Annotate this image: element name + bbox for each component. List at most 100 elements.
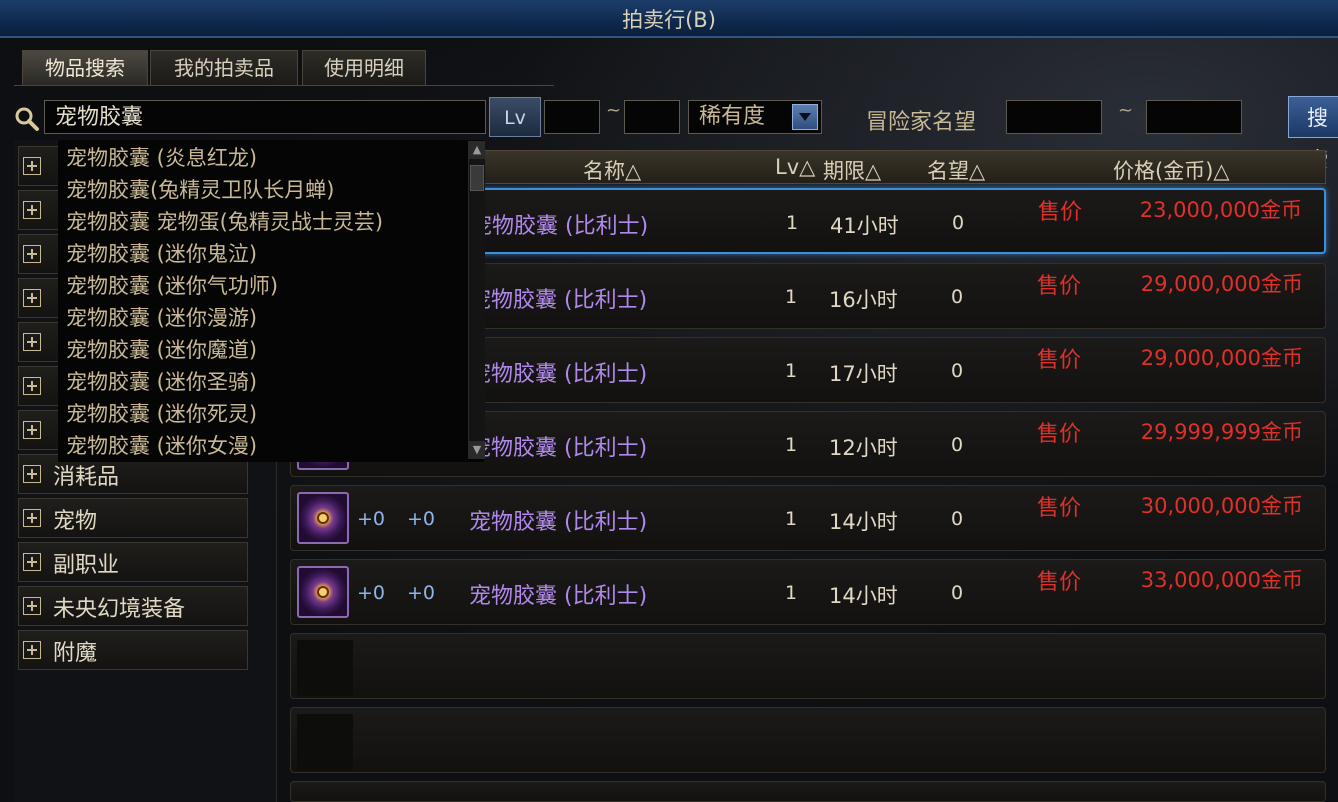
table-row[interactable]: +0 +0 宠物胶囊 (比利士) 1 14小时 0 售价 33,000,000金… (290, 559, 1326, 625)
window-title: 拍卖行(B) (622, 8, 716, 32)
suggestion-item[interactable]: 宠物胶囊 (迷你魔道) (66, 334, 257, 366)
header-expire[interactable]: 期限△ (823, 155, 881, 185)
scrollbar-thumb[interactable] (470, 165, 484, 191)
tab-item-search[interactable]: 物品搜索 (22, 50, 148, 85)
amplify-value: +0 (407, 582, 436, 604)
expand-icon[interactable] (23, 201, 41, 219)
item-expire: 16小时 (829, 288, 898, 312)
expand-icon[interactable] (23, 289, 41, 307)
expand-icon[interactable] (23, 245, 41, 263)
reinforce-value: +0 (357, 508, 386, 530)
tab-my-auctions[interactable]: 我的拍卖品 (150, 50, 298, 85)
scroll-down-icon[interactable]: ▼ (469, 441, 485, 459)
price-label: 售价 (1037, 348, 1082, 373)
category-label: 未央幻境装备 (53, 597, 186, 622)
category-weiyang-equipment[interactable]: 未央幻境装备 (18, 586, 248, 626)
suggestion-item[interactable]: 宠物胶囊(兔精灵卫队长月蝉) (66, 174, 334, 206)
category-pets[interactable]: 宠物 (18, 498, 248, 538)
item-level: 1 (785, 286, 798, 308)
item-fame: 0 (951, 360, 964, 382)
expand-icon[interactable] (23, 597, 41, 615)
chevron-down-icon[interactable] (792, 104, 818, 130)
price-value: 33,000,000金币 (1140, 568, 1303, 592)
tab-divider (14, 85, 554, 86)
expand-icon[interactable] (23, 421, 41, 439)
tab-usage-details[interactable]: 使用明细 (302, 50, 426, 85)
pet-capsule-icon (297, 566, 349, 618)
suggestion-item[interactable]: 宠物胶囊 (迷你圣骑) (66, 366, 257, 398)
level-filter-button[interactable]: Lv (489, 97, 541, 137)
price-label: 售价 (1037, 570, 1082, 595)
fame-range-tilde: ~ (1118, 100, 1134, 121)
item-expire: 12小时 (829, 436, 898, 460)
expand-icon[interactable] (23, 377, 41, 395)
header-name[interactable]: 名称△ (583, 155, 641, 185)
pet-capsule-icon (297, 492, 349, 544)
fame-max-input[interactable] (1146, 100, 1242, 134)
dropdown-scrollbar[interactable]: ▲ ▼ (468, 141, 485, 459)
suggestion-item[interactable]: 宠物胶囊 宠物蛋(兔精灵战士灵芸) (66, 206, 383, 238)
header-price[interactable]: 价格(金币)△ (1113, 155, 1230, 185)
level-max-input[interactable] (624, 100, 680, 134)
fame-min-input[interactable] (1006, 100, 1102, 134)
category-label: 宠物 (53, 509, 98, 534)
category-label: 消耗品 (53, 465, 120, 490)
price-label: 售价 (1037, 422, 1082, 447)
suggestion-item[interactable]: 宠物胶囊 (炎息红龙) (66, 142, 257, 174)
title-bar: 拍卖行(B) (0, 0, 1338, 38)
search-input[interactable]: 宠物胶囊 (44, 100, 486, 134)
category-enchant[interactable]: 附魔 (18, 630, 248, 670)
suggestion-item[interactable]: 宠物胶囊 (迷你女漫) (66, 430, 257, 462)
item-expire: 17小时 (829, 362, 898, 386)
price-value: 29,000,000金币 (1140, 346, 1303, 370)
price-label: 售价 (1037, 274, 1082, 299)
header-fame[interactable]: 名望△ (927, 155, 985, 185)
suggestion-item[interactable]: 宠物胶囊 (迷你漫游) (66, 302, 257, 334)
category-label: 副职业 (53, 553, 120, 578)
item-name: 宠物胶囊 (比利士) (469, 288, 648, 313)
item-level: 1 (785, 508, 798, 530)
item-fame: 0 (951, 582, 964, 604)
item-expire: 14小时 (829, 510, 898, 534)
item-name: 宠物胶囊 (比利士) (470, 214, 649, 239)
item-name: 宠物胶囊 (比利士) (469, 584, 648, 609)
item-level: 1 (785, 434, 798, 456)
search-icon (15, 107, 39, 131)
empty-item-slot (297, 640, 353, 696)
header-lv[interactable]: Lv△ (775, 155, 815, 179)
suggestion-item[interactable]: 宠物胶囊 (迷你死灵) (66, 398, 257, 430)
expand-icon[interactable] (23, 641, 41, 659)
category-sub-profession[interactable]: 副职业 (18, 542, 248, 582)
table-row[interactable]: +0 +0 宠物胶囊 (比利士) 1 14小时 0 售价 30,000,000金… (290, 485, 1326, 551)
expand-icon[interactable] (23, 333, 41, 351)
item-fame: 0 (951, 508, 964, 530)
scroll-up-icon[interactable]: ▲ (469, 141, 485, 159)
suggestion-item[interactable]: 宠物胶囊 (迷你鬼泣) (66, 238, 257, 270)
empty-item-slot (297, 714, 353, 770)
item-fame: 0 (952, 212, 965, 234)
price-value: 29,000,000金币 (1140, 272, 1303, 296)
table-row-empty (290, 781, 1326, 802)
expand-icon[interactable] (23, 509, 41, 527)
amplify-value: +0 (407, 508, 436, 530)
item-name: 宠物胶囊 (比利士) (469, 362, 648, 387)
price-value: 23,000,000金币 (1139, 198, 1302, 222)
expand-icon[interactable] (23, 157, 41, 175)
price-value: 29,999,999金币 (1140, 420, 1303, 444)
search-button[interactable]: 搜索 (1288, 96, 1338, 172)
search-suggestions-dropdown: 宠物胶囊 (炎息红龙) 宠物胶囊(兔精灵卫队长月蝉) 宠物胶囊 宠物蛋(兔精灵战… (58, 140, 484, 462)
rarity-select-label: 稀有度 (699, 104, 766, 129)
level-min-input[interactable] (544, 100, 600, 134)
expand-icon[interactable] (23, 553, 41, 571)
item-expire: 41小时 (830, 214, 899, 238)
suggestion-item[interactable]: 宠物胶囊 (迷你气功师) (66, 270, 278, 302)
fame-label: 冒险家名望 (866, 110, 977, 135)
item-name: 宠物胶囊 (比利士) (469, 510, 648, 535)
item-fame: 0 (951, 286, 964, 308)
rarity-select[interactable]: 稀有度 (688, 100, 822, 134)
reinforce-value: +0 (357, 582, 386, 604)
level-range-tilde: ~ (606, 100, 622, 121)
expand-icon[interactable] (23, 465, 41, 483)
price-value: 30,000,000金币 (1140, 494, 1303, 518)
price-label: 售价 (1038, 200, 1083, 225)
